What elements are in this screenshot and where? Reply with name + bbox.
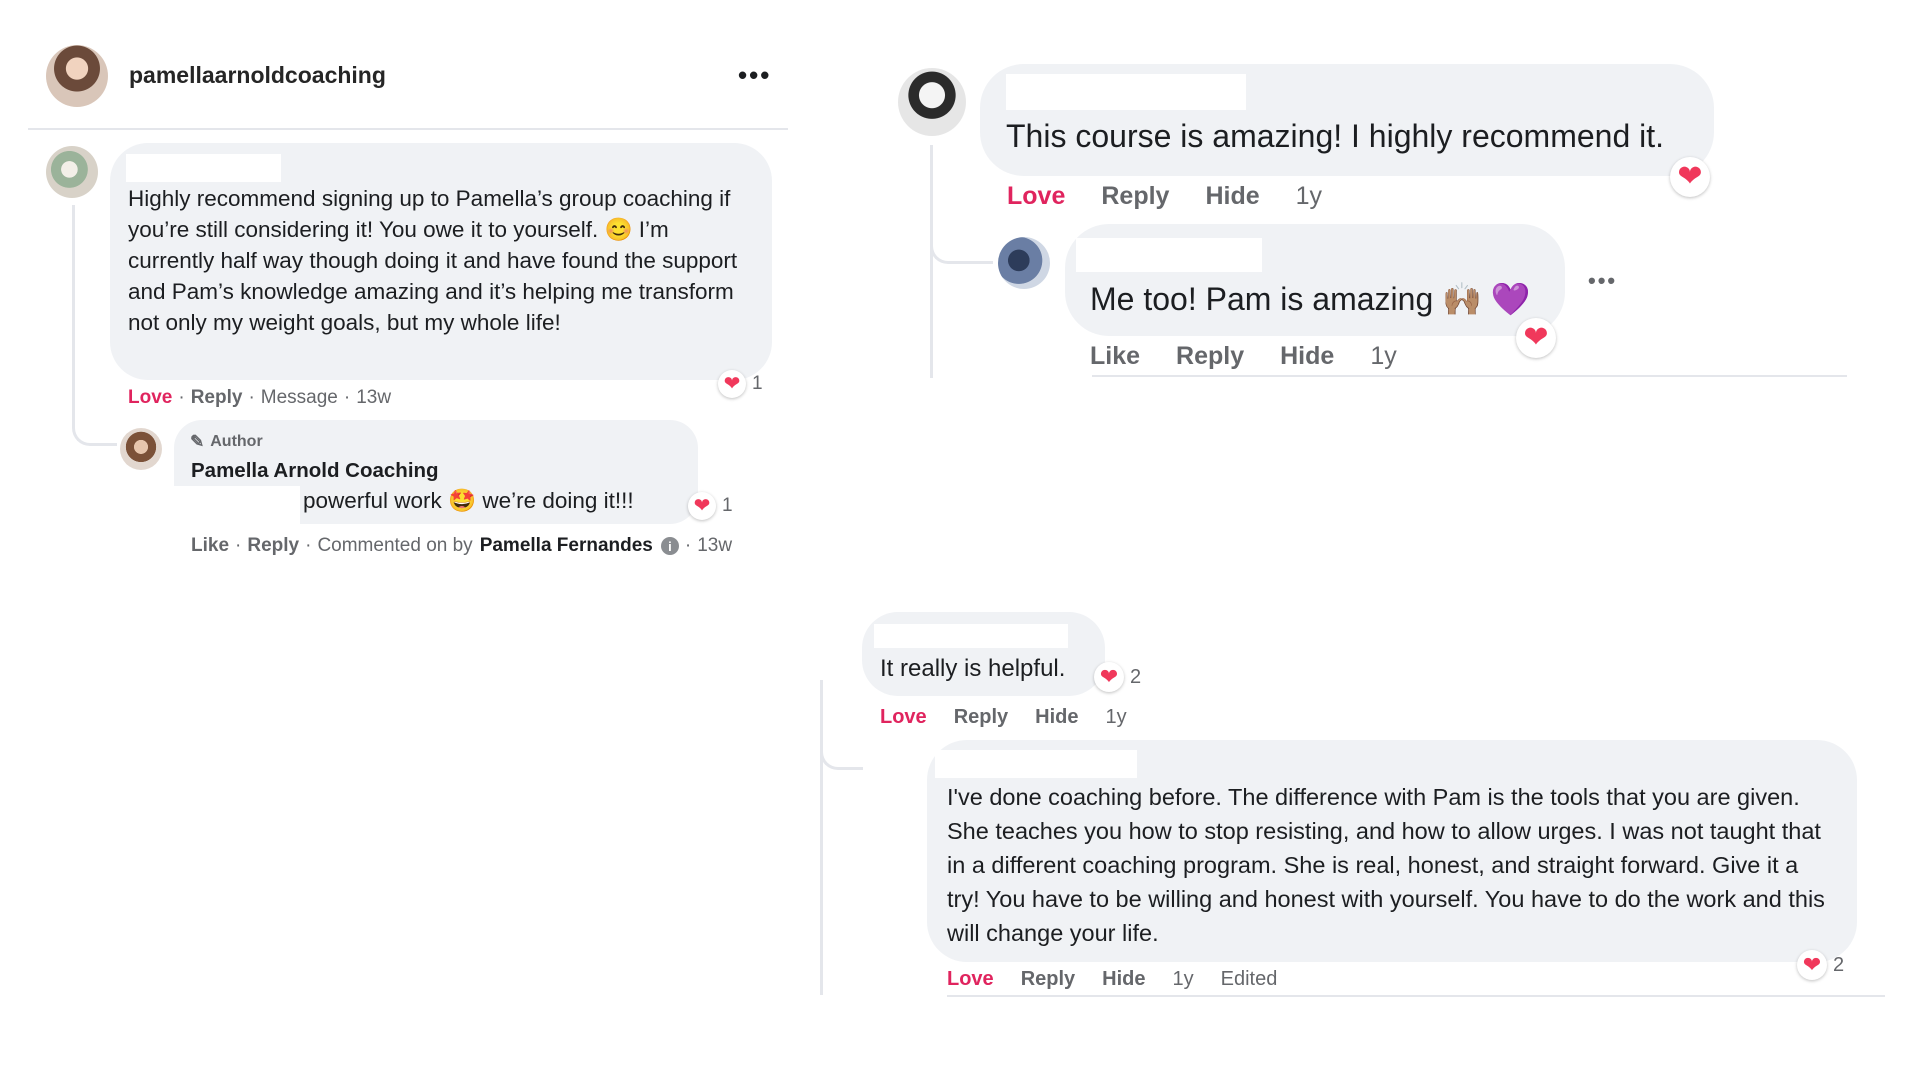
- comment-text: It really is helpful.: [880, 655, 1066, 682]
- redacted-name: [874, 624, 1068, 648]
- reply-button[interactable]: Reply: [1176, 342, 1244, 371]
- reply-actions: Love Reply Hide 1y Edited: [947, 968, 1277, 991]
- like-button[interactable]: Like: [1090, 342, 1140, 371]
- reply-timestamp: 1y: [1370, 342, 1397, 370]
- hide-button[interactable]: Hide: [1205, 182, 1259, 211]
- reaction-count: 2: [1130, 665, 1142, 688]
- comment-text: This course is amazing! I highly recomme…: [1006, 118, 1665, 154]
- info-icon[interactable]: i: [660, 537, 679, 555]
- separator: ·: [178, 387, 185, 408]
- thread-branch: [820, 735, 863, 770]
- reply-text: powerful work 🤩 we’re doing it!!!: [303, 488, 634, 513]
- reply-actions: Like Reply Hide 1y: [1090, 342, 1397, 371]
- reaction-count: 1: [752, 373, 763, 394]
- reply-button[interactable]: Reply: [247, 535, 299, 557]
- reply-button[interactable]: Reply: [1101, 182, 1169, 211]
- hide-button[interactable]: Hide: [1102, 968, 1145, 991]
- comment-reaction[interactable]: ❤ 2: [1094, 662, 1141, 692]
- more-horizontal-icon[interactable]: •••: [1588, 268, 1617, 294]
- redacted-name: [1006, 74, 1246, 110]
- heart-reaction-icon: ❤: [1094, 662, 1124, 692]
- love-button[interactable]: Love: [128, 387, 172, 409]
- edited-label: Edited: [1220, 968, 1278, 990]
- reply-avatar[interactable]: [998, 237, 1050, 289]
- section-divider: [1092, 375, 1847, 377]
- header-divider: [28, 128, 788, 130]
- comment-actions: Love Reply Hide 1y: [880, 706, 1127, 729]
- comment-timestamp: 13w: [356, 387, 392, 408]
- separator: ·: [305, 535, 312, 556]
- message-button[interactable]: Message: [261, 387, 338, 409]
- separator: ·: [343, 387, 351, 408]
- hide-button[interactable]: Hide: [1280, 342, 1334, 371]
- comment-timestamp: 1y: [1295, 182, 1323, 210]
- reply-reaction[interactable]: ❤ 2: [1797, 950, 1844, 980]
- reaction-count: 1: [722, 495, 733, 516]
- comment-reaction[interactable]: ❤ 1: [718, 370, 763, 398]
- separator: ·: [235, 535, 242, 556]
- author-badge: ✎ Author: [190, 432, 263, 452]
- commenter-avatar[interactable]: [898, 68, 966, 136]
- heart-reaction-icon: ❤: [688, 492, 716, 520]
- love-button[interactable]: Love: [880, 706, 927, 729]
- commenter-avatar[interactable]: [46, 146, 98, 198]
- thread-connector: [820, 680, 823, 995]
- reply-reaction[interactable]: ❤ 1: [688, 492, 733, 520]
- reply-actions: Like · Reply · Commented on by Pamella F…: [191, 535, 732, 557]
- heart-reaction-icon: ❤: [1797, 950, 1827, 980]
- more-horizontal-icon[interactable]: •••: [738, 60, 771, 91]
- separator: ·: [684, 535, 692, 556]
- pencil-icon: ✎: [190, 432, 205, 451]
- separator: ·: [248, 387, 255, 408]
- reply-author-name[interactable]: Pamella Arnold Coaching: [191, 459, 439, 483]
- hide-button[interactable]: Hide: [1035, 706, 1078, 729]
- reply-button[interactable]: Reply: [191, 387, 243, 409]
- section-divider: [947, 995, 1885, 997]
- thread-branch: [930, 225, 993, 264]
- post-username[interactable]: pamellaarnoldcoaching: [129, 62, 386, 89]
- author-badge-label: Author: [210, 433, 263, 450]
- thread-connector: [930, 145, 933, 378]
- reply-text: Me too! Pam is amazing 🙌🏽 💜: [1090, 281, 1531, 317]
- reply-text: I've done coaching before. The differenc…: [947, 784, 1825, 946]
- redacted-name: [935, 750, 1137, 778]
- reply-bubble-cutout: [174, 486, 300, 526]
- redacted-name: [1076, 238, 1262, 272]
- love-button[interactable]: Love: [947, 968, 994, 991]
- reply-timestamp: 13w: [697, 535, 733, 556]
- comment-actions: Love Reply Hide 1y: [1007, 182, 1322, 211]
- reaction-count: 2: [1833, 953, 1845, 976]
- comment-timestamp: 1y: [1105, 706, 1127, 728]
- commented-on-by-label: Commented on by: [317, 535, 473, 556]
- reply-timestamp: 1y: [1172, 968, 1194, 990]
- reply-button[interactable]: Reply: [954, 706, 1008, 729]
- comment-text: Highly recommend signing up to Pamella’s…: [128, 186, 738, 335]
- reply-button[interactable]: Reply: [1021, 968, 1075, 991]
- profile-avatar[interactable]: [46, 45, 108, 107]
- love-button[interactable]: Love: [1007, 182, 1065, 211]
- author-avatar[interactable]: [120, 428, 162, 470]
- heart-reaction-icon[interactable]: ❤: [1516, 318, 1556, 358]
- heart-reaction-icon: ❤: [718, 370, 746, 398]
- like-button[interactable]: Like: [191, 535, 229, 557]
- comment-actions: Love · Reply · Message · 13w: [128, 387, 391, 409]
- redacted-name: [126, 154, 281, 182]
- commenter-name-link[interactable]: Pamella Fernandes: [480, 535, 653, 557]
- heart-reaction-icon[interactable]: ❤: [1670, 157, 1710, 197]
